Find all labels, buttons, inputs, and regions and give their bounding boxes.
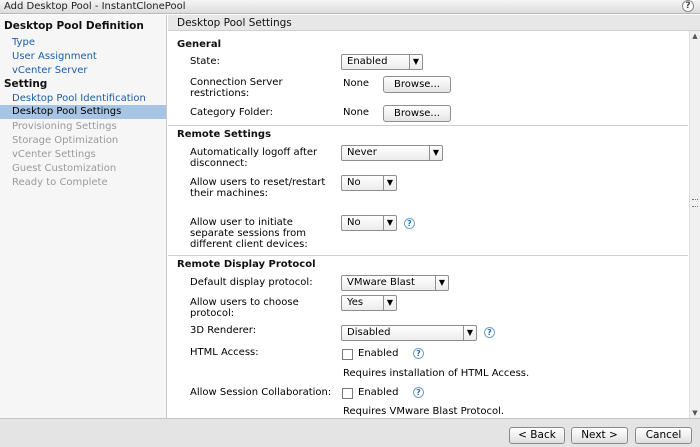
sidebar-item-ready-to-complete: Ready to Complete bbox=[12, 177, 108, 188]
help-icon[interactable]: ? bbox=[413, 348, 424, 359]
logoff-dropdown[interactable]: Never ▼ bbox=[341, 145, 443, 161]
session-collaboration-checkbox[interactable] bbox=[342, 388, 353, 399]
window-title: Add Desktop Pool - InstantClonePool bbox=[4, 1, 186, 12]
page-title: Desktop Pool Settings bbox=[168, 15, 700, 31]
help-icon[interactable]: ? bbox=[413, 387, 424, 398]
help-icon[interactable]: ? bbox=[404, 218, 415, 229]
connection-browse-button[interactable]: Browse... bbox=[383, 76, 451, 93]
3d-renderer-label: 3D Renderer: bbox=[190, 325, 257, 336]
settings-panel: Desktop Pool Settings General State: Ena… bbox=[168, 15, 700, 418]
choose-protocol-label: Allow users to choose protocol: bbox=[190, 297, 299, 319]
back-button[interactable]: < Back bbox=[509, 427, 565, 444]
chevron-down-icon: ▼ bbox=[383, 296, 396, 310]
sidebar-item-guest-customization: Guest Customization bbox=[12, 163, 117, 174]
sidebar-item-type[interactable]: Type bbox=[12, 36, 35, 49]
category-folder-value: None bbox=[343, 107, 370, 118]
3d-renderer-value: Disabled bbox=[347, 327, 391, 338]
help-icon[interactable]: ? bbox=[484, 327, 495, 338]
reset-restart-label: Allow users to reset/restart their machi… bbox=[190, 177, 326, 199]
sidebar-item-vcenter-settings: vCenter Settings bbox=[12, 149, 96, 160]
category-browse-button[interactable]: Browse... bbox=[383, 105, 451, 122]
scroll-up-icon[interactable]: ▲ bbox=[690, 31, 700, 41]
section-general: General bbox=[177, 39, 221, 50]
sidebar-item-provisioning-settings: Provisioning Settings bbox=[12, 121, 117, 132]
section-remote-display-protocol: Remote Display Protocol bbox=[177, 259, 316, 270]
default-display-protocol-value: VMware Blast bbox=[347, 277, 415, 288]
connection-server-restrictions-label: Connection Server restrictions: bbox=[190, 77, 283, 99]
separate-sessions-label: Allow user to initiate separate sessions… bbox=[190, 217, 308, 250]
state-label: State: bbox=[190, 56, 220, 67]
sidebar-heading-setting: Setting bbox=[4, 78, 48, 90]
divider bbox=[168, 125, 688, 126]
category-folder-label: Category Folder: bbox=[190, 107, 273, 118]
help-icon[interactable]: ? bbox=[682, 0, 694, 12]
separate-sessions-dropdown[interactable]: No ▼ bbox=[341, 215, 397, 231]
cancel-button[interactable]: Cancel bbox=[635, 427, 692, 444]
sidebar-item-storage-optimization: Storage Optimization bbox=[12, 135, 119, 146]
title-bar: Add Desktop Pool - InstantClonePool ? bbox=[0, 0, 700, 14]
dialog-footer: < Back Next > Cancel bbox=[0, 418, 700, 447]
chevron-down-icon: ▼ bbox=[409, 55, 422, 69]
logoff-value: Never bbox=[347, 147, 377, 158]
chevron-down-icon: ▼ bbox=[383, 176, 396, 190]
wizard-sidebar: Desktop Pool Definition Type User Assign… bbox=[0, 15, 167, 418]
default-display-protocol-label: Default display protocol: bbox=[190, 277, 313, 288]
section-remote-settings: Remote Settings bbox=[177, 129, 272, 140]
sidebar-item-user-assignment[interactable]: User Assignment bbox=[12, 50, 97, 63]
html-access-label: HTML Access: bbox=[190, 347, 259, 358]
separate-sessions-value: No bbox=[347, 217, 361, 228]
session-collaboration-note: Requires VMware Blast Protocol. bbox=[343, 406, 505, 417]
sidebar-heading-definition: Desktop Pool Definition bbox=[4, 20, 144, 32]
sidebar-item-vcenter-server[interactable]: vCenter Server bbox=[12, 64, 88, 77]
html-access-note: Requires installation of HTML Access. bbox=[343, 368, 530, 379]
choose-protocol-value: Yes bbox=[347, 297, 364, 308]
html-access-enabled-label: Enabled bbox=[358, 348, 399, 359]
connection-server-restrictions-value: None bbox=[343, 78, 370, 89]
next-button[interactable]: Next > bbox=[571, 427, 628, 444]
chevron-down-icon: ▼ bbox=[383, 216, 396, 230]
logoff-label: Automatically logoff after disconnect: bbox=[190, 147, 318, 169]
chevron-down-icon: ▼ bbox=[429, 146, 442, 160]
3d-renderer-dropdown[interactable]: Disabled ▼ bbox=[341, 325, 477, 341]
state-dropdown[interactable]: Enabled ▼ bbox=[341, 54, 423, 70]
state-value: Enabled bbox=[347, 56, 388, 67]
scroll-down-icon[interactable]: ▼ bbox=[690, 408, 700, 418]
divider bbox=[168, 255, 688, 256]
scroll-grip-icon[interactable] bbox=[692, 199, 698, 207]
chevron-down-icon: ▼ bbox=[435, 276, 448, 290]
reset-restart-dropdown[interactable]: No ▼ bbox=[341, 175, 397, 191]
sidebar-item-desktop-pool-identification[interactable]: Desktop Pool Identification bbox=[12, 92, 146, 105]
vertical-scrollbar[interactable]: ▲ ▼ bbox=[689, 31, 700, 418]
session-collaboration-enabled-label: Enabled bbox=[358, 387, 399, 398]
choose-protocol-dropdown[interactable]: Yes ▼ bbox=[341, 295, 397, 311]
reset-restart-value: No bbox=[347, 177, 361, 188]
sidebar-item-desktop-pool-settings[interactable]: Desktop Pool Settings bbox=[0, 105, 166, 119]
session-collaboration-label: Allow Session Collaboration: bbox=[190, 387, 332, 398]
default-display-protocol-dropdown[interactable]: VMware Blast ▼ bbox=[341, 275, 449, 291]
html-access-checkbox[interactable] bbox=[342, 349, 353, 360]
add-desktop-pool-dialog: Add Desktop Pool - InstantClonePool ? De… bbox=[0, 0, 700, 447]
chevron-down-icon: ▼ bbox=[463, 326, 476, 340]
